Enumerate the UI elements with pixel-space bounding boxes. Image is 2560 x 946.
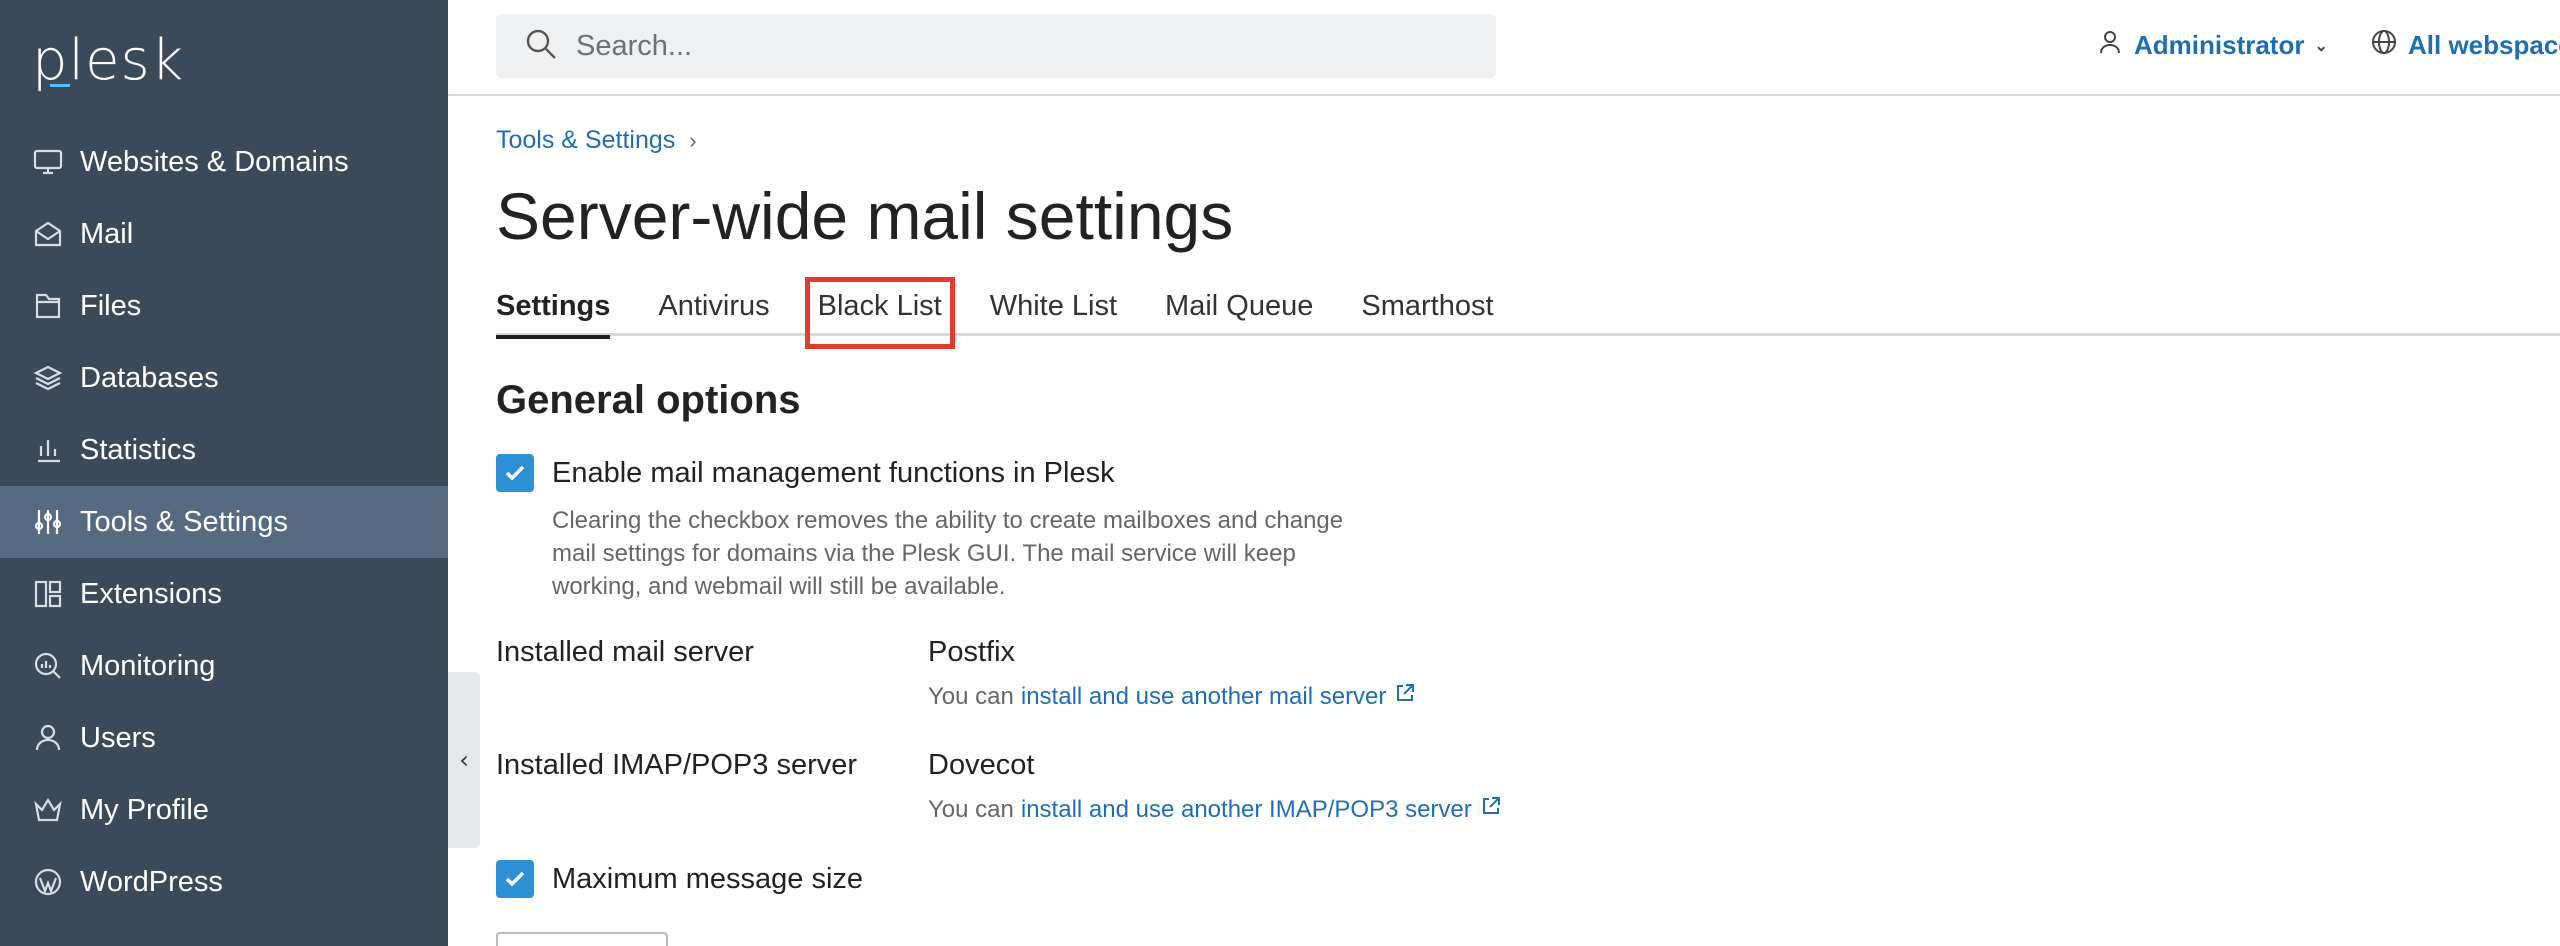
max-message-size-checkbox[interactable] [496,860,534,898]
user-menu-label: Administrator [2134,30,2305,60]
mail-server-label: Installed mail server [496,636,754,668]
globe-icon [2370,28,2408,63]
sidebar-item-label: Mail [80,217,134,250]
grid-icon [32,578,64,610]
mail-server-value: Postfix [928,636,1016,668]
imap-server-label: Installed IMAP/POP3 server [496,749,858,781]
search-input[interactable] [576,29,1456,63]
tab-black-list[interactable]: Black List [804,277,955,349]
tab-smarthost[interactable]: Smarthost [1361,290,1493,336]
database-icon [32,362,64,394]
sidebar-item-wordpress[interactable]: WordPress [0,846,448,918]
sidebar-item-label: Databases [80,361,219,394]
sidebar-item-monitoring[interactable]: Monitoring [0,630,448,702]
wordpress-icon [32,866,64,898]
search-icon [524,27,558,65]
max-message-size-input[interactable] [496,932,668,946]
install-mail-server-link[interactable]: install and use another mail server [1021,683,1387,711]
sidebar: plesk Websites & Domains Mail Files Data… [0,0,448,946]
page-title: Server-wide mail settings [496,179,1234,253]
sidebar-item-extensions[interactable]: Extensions [0,558,448,630]
sidebar-item-label: Statistics [80,433,197,466]
tab-bar: Settings Antivirus Black List White List… [496,277,2560,349]
sidebar-item-my-profile[interactable]: My Profile [0,774,448,846]
webspace-selector[interactable]: All webspace [2370,28,2560,63]
crown-icon [32,794,64,826]
logo-accent [50,84,70,87]
breadcrumb: Tools & Settings › [496,126,697,155]
install-imap-server-link[interactable]: install and use another IMAP/POP3 server [1021,796,1472,824]
sidebar-item-files[interactable]: Files [0,270,448,342]
user-menu[interactable]: Administrator ⌄ [2096,28,2328,63]
webspace-label: All webspace [2408,30,2560,60]
sidebar-nav: Websites & Domains Mail Files Databases … [0,126,448,918]
user-icon [2096,28,2134,63]
sidebar-item-websites-domains[interactable]: Websites & Domains [0,126,448,198]
sliders-icon [32,506,64,538]
external-link-icon [1386,682,1416,711]
sidebar-item-statistics[interactable]: Statistics [0,414,448,486]
sidebar-item-label: Extensions [80,577,222,610]
sidebar-item-databases[interactable]: Databases [0,342,448,414]
enable-mail-description: Clearing the checkbox removes the abilit… [552,507,1344,600]
sidebar-item-users[interactable]: Users [0,702,448,774]
chevron-right-icon: › [689,127,697,153]
sidebar-item-label: Monitoring [80,649,216,682]
imap-server-value: Dovecot [928,749,1035,781]
user-icon [32,722,64,754]
chevron-down-icon: ⌄ [2314,37,2328,55]
breadcrumb-link-tools-settings[interactable]: Tools & Settings [496,126,675,155]
search-box[interactable] [496,14,1496,78]
mail-icon [32,218,64,250]
sidebar-item-label: Websites & Domains [80,145,349,178]
monitor-icon [32,146,64,178]
sidebar-item-label: Users [80,721,156,754]
enable-mail-option: Enable mail management functions in Ples… [496,454,1115,492]
section-title-general-options: General options [496,378,801,422]
sidebar-item-mail[interactable]: Mail [0,198,448,270]
sidebar-item-label: Files [80,289,142,322]
folder-icon [32,290,64,322]
chevron-left-icon: ‹ [459,746,469,774]
hint-prefix: You can [928,795,1014,823]
tab-settings[interactable]: Settings [496,290,611,339]
tab-mail-queue[interactable]: Mail Queue [1165,290,1313,336]
sidebar-item-label: My Profile [80,793,209,826]
bar-chart-icon [32,434,64,466]
monitoring-icon [32,650,64,682]
sidebar-item-label: WordPress [80,865,223,898]
enable-mail-checkbox[interactable] [496,454,534,492]
max-message-size-option: Maximum message size [496,860,863,898]
tab-antivirus[interactable]: Antivirus [658,290,769,336]
topbar: Administrator ⌄ All webspace [448,0,2560,96]
imap-server-hint: You can install and use another IMAP/POP… [928,795,1502,824]
max-message-size-label: Maximum message size [552,862,864,895]
enable-mail-label: Enable mail management functions in Ples… [552,456,1115,489]
hint-prefix: You can [928,682,1014,710]
sidebar-collapse-handle[interactable]: ‹ [448,672,480,848]
external-link-icon [1472,795,1502,824]
mail-server-hint: You can install and use another mail ser… [928,682,1416,711]
tab-white-list[interactable]: White List [990,290,1117,336]
sidebar-item-tools-settings[interactable]: Tools & Settings [0,486,448,558]
main-content: Tools & Settings › Server-wide mail sett… [496,96,2560,946]
sidebar-item-label: Tools & Settings [80,505,288,538]
